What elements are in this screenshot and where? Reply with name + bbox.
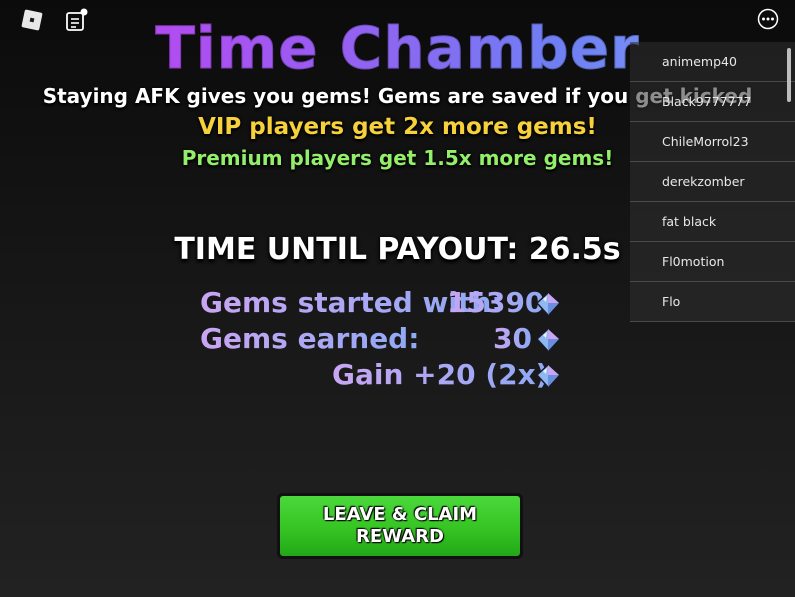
gem-icon [535, 291, 561, 317]
gems-earned-label: Gems earned: [200, 322, 420, 355]
gems-started-value: 15390 [447, 286, 545, 319]
player-list-item[interactable]: derekzomber [630, 162, 795, 202]
player-list[interactable]: animemp40 Black9777777 ChileMorrol23 der… [630, 42, 795, 322]
player-list-item[interactable]: fat black [630, 202, 795, 242]
player-list-scrollbar[interactable] [787, 48, 791, 102]
gain-text: Gain +20 (2x) [332, 358, 549, 391]
player-name: Fl0motion [662, 254, 725, 269]
player-list-item[interactable]: Black9777777 [630, 82, 795, 122]
player-list-item[interactable]: Flo [630, 282, 795, 322]
player-name: derekzomber [662, 174, 745, 189]
player-name: ChileMorrol23 [662, 134, 749, 149]
gem-icon [535, 363, 561, 389]
player-name: animemp40 [662, 54, 737, 69]
player-list-item[interactable]: animemp40 [630, 42, 795, 82]
gems-earned-value: 30 [493, 322, 532, 355]
gem-icon [535, 327, 561, 353]
player-name: fat black [662, 214, 717, 229]
claim-button-label: LEAVE & CLAIM REWARD [322, 504, 478, 547]
leave-claim-reward-button[interactable]: LEAVE & CLAIM REWARD [277, 493, 523, 559]
player-name: Black9777777 [662, 94, 752, 109]
player-name: Flo [662, 294, 681, 309]
player-list-item[interactable]: Fl0motion [630, 242, 795, 282]
player-list-item[interactable]: ChileMorrol23 [630, 122, 795, 162]
